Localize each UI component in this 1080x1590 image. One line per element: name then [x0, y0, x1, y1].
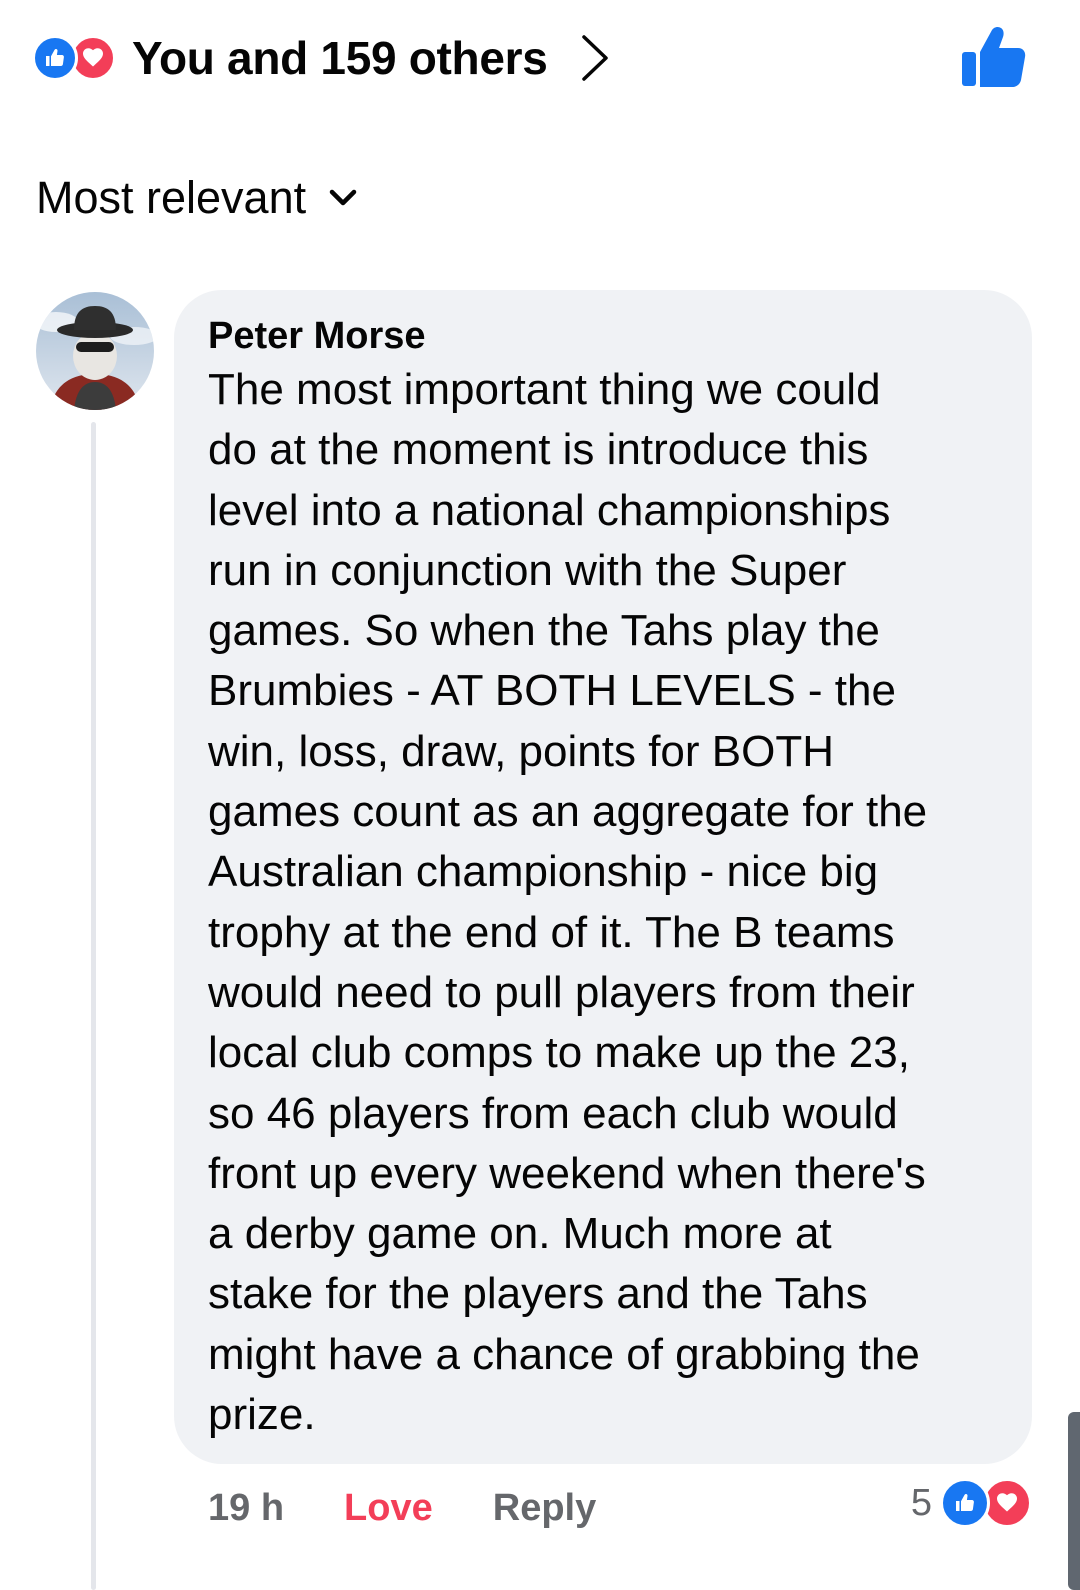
love-button[interactable]: Love [344, 1487, 433, 1530]
comment-line: might have a chance of grabbing the [208, 1329, 920, 1379]
avatar[interactable] [36, 292, 154, 410]
comment-line: The most important thing we could [208, 365, 881, 414]
scrollbar[interactable] [1068, 1412, 1080, 1590]
comment-line: front up every weekend when there's [208, 1148, 926, 1198]
thread-line [91, 422, 96, 1590]
comment-reaction-count: 5 [910, 1481, 932, 1524]
comment-line: prize. [208, 1390, 316, 1440]
reaction-icons [32, 35, 116, 81]
chevron-down-icon [329, 189, 357, 206]
comment-line: level into a national championships [208, 485, 891, 535]
comment-line: win, loss, draw, points for BOTH [208, 726, 834, 776]
like-icon [940, 1478, 990, 1528]
comment-timestamp[interactable]: 19 h [208, 1487, 284, 1530]
sort-label: Most relevant [36, 172, 307, 223]
comment-line: Australian championship - nice big [208, 847, 879, 897]
sort-dropdown[interactable]: Most relevant [36, 172, 358, 224]
reactions-summary[interactable]: You and 159 others [32, 26, 612, 90]
comment-line: Brumbies - AT BOTH LEVELS - the [208, 666, 896, 716]
comment-line: do at the moment is introduce this [208, 425, 869, 475]
like-button-icon[interactable] [960, 26, 1026, 88]
comment-bubble[interactable]: Peter Morse The most important thing we … [174, 290, 1032, 1464]
comment-reactions[interactable]: 5 [911, 1478, 1032, 1528]
comment-line: a derby game on. Much more at [208, 1209, 832, 1259]
reactors-text: You and 159 others [132, 32, 548, 84]
comment-line: games. So when the Tahs play the [208, 606, 880, 656]
comment-line: would need to pull players from their [208, 967, 915, 1017]
like-icon [32, 35, 78, 81]
comment-line: local club comps to make up the 23, [208, 1028, 910, 1078]
reply-button[interactable]: Reply [493, 1487, 596, 1530]
comment-line: run in conjunction with the Super [208, 545, 847, 595]
comment-text: The most important thing we could do at … [208, 360, 998, 1445]
comment-line: stake for the players and the Tahs [208, 1269, 868, 1319]
comment-author[interactable]: Peter Morse [208, 312, 998, 360]
comment-line: games count as an aggregate for the [208, 787, 928, 837]
comment-line: so 46 players from each club would [208, 1088, 898, 1138]
chevron-right-icon [581, 35, 608, 81]
comment-line: trophy at the end of it. The B teams [208, 907, 895, 957]
comment-actions: 19 h Love Reply [208, 1480, 596, 1536]
